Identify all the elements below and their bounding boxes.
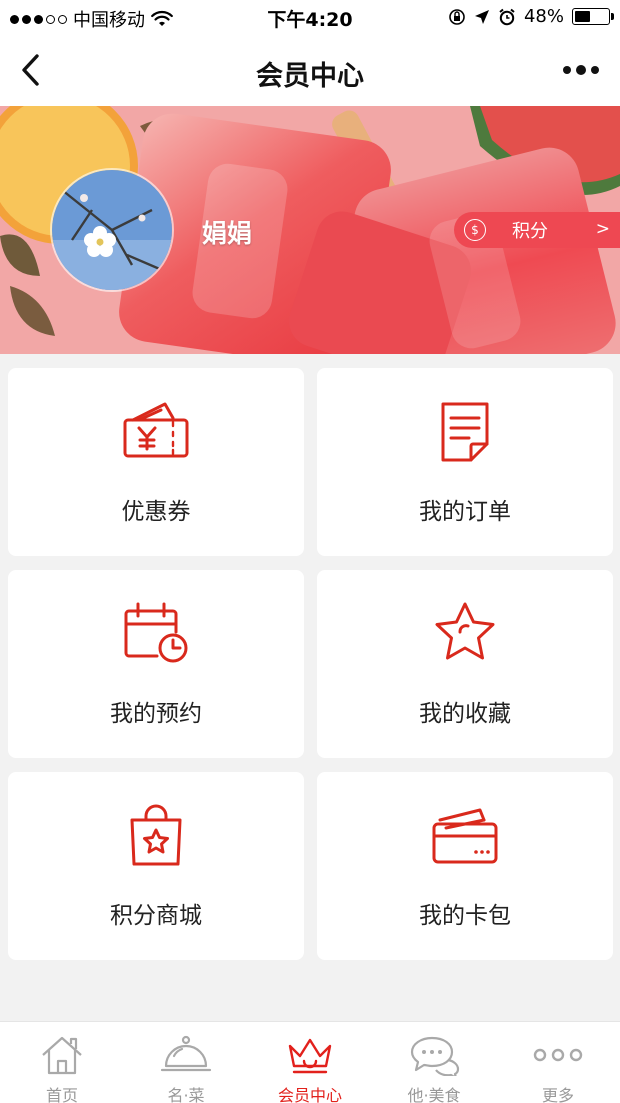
order-document-icon xyxy=(441,402,489,462)
chevron-right-icon: > xyxy=(595,219,610,239)
tab-home[interactable]: 首页 xyxy=(0,1022,124,1103)
battery-icon xyxy=(572,8,614,25)
status-bar: 中国移动 下午4:20 48% xyxy=(0,0,620,34)
grid-item-favorites[interactable]: 我的收藏 xyxy=(317,570,613,758)
tab-bar: 首页 名·菜 会员中心 他·美食 更多 xyxy=(0,1021,620,1103)
tab-label: 首页 xyxy=(45,1086,78,1103)
grid-item-points-mall[interactable]: 积分商城 xyxy=(8,772,304,960)
coupon-icon xyxy=(123,402,189,458)
battery-level xyxy=(575,11,591,22)
location-arrow-icon xyxy=(474,9,489,24)
more-dots-icon xyxy=(563,66,571,74)
grid-item-coupon[interactable]: 优惠券 xyxy=(8,368,304,556)
avatar[interactable] xyxy=(50,168,174,292)
tab-food-chat[interactable]: 他·美食 xyxy=(372,1022,496,1103)
shopping-bag-star-icon xyxy=(130,804,182,866)
grid-item-label: 我的预约 xyxy=(110,701,202,727)
grid-item-label: 我的订单 xyxy=(419,499,511,525)
grid-item-orders[interactable]: 我的订单 xyxy=(317,368,613,556)
cloche-icon xyxy=(160,1035,212,1072)
card-wallet-icon xyxy=(432,808,498,864)
orientation-lock-icon xyxy=(449,8,465,25)
grid-item-label: 我的收藏 xyxy=(419,701,511,727)
grid-item-label: 我的卡包 xyxy=(419,903,511,929)
alarm-icon xyxy=(499,8,515,25)
calendar-clock-icon xyxy=(124,602,188,663)
points-button[interactable]: $ 积分 > xyxy=(454,212,620,248)
more-button[interactable] xyxy=(558,58,604,82)
more-dot xyxy=(591,66,599,74)
grid-item-card-wallet[interactable]: 我的卡包 xyxy=(317,772,613,960)
battery-percent: 48% xyxy=(523,6,564,27)
coin-icon: $ xyxy=(464,219,486,241)
tab-label: 更多 xyxy=(541,1086,574,1103)
profile-banner: 娟娟 $ 积分 > xyxy=(0,106,620,354)
grid-item-label: 积分商城 xyxy=(110,903,202,929)
tab-member-center[interactable]: 会员中心 xyxy=(248,1022,372,1103)
tab-more[interactable]: 更多 xyxy=(496,1022,620,1103)
nav-bar: 会员中心 xyxy=(0,34,620,106)
grid-item-reservation[interactable]: 我的预约 xyxy=(8,570,304,758)
tab-label: 他·美食 xyxy=(407,1086,461,1103)
points-label: 积分 xyxy=(512,221,548,242)
home-icon xyxy=(42,1036,82,1075)
tab-label: 名·菜 xyxy=(167,1086,205,1103)
chat-bubbles-icon xyxy=(410,1036,460,1076)
grid-item-label: 优惠券 xyxy=(121,499,191,525)
page-title: 会员中心 xyxy=(256,61,364,92)
more-circles-icon xyxy=(533,1048,583,1062)
star-icon xyxy=(435,602,495,660)
avatar-image xyxy=(52,170,172,290)
user-name: 娟娟 xyxy=(202,219,253,248)
more-dot xyxy=(576,65,586,75)
tab-label: 会员中心 xyxy=(277,1086,342,1103)
tab-dishes[interactable]: 名·菜 xyxy=(124,1022,248,1103)
crown-icon xyxy=(288,1038,332,1074)
status-right: 48% xyxy=(448,6,614,27)
